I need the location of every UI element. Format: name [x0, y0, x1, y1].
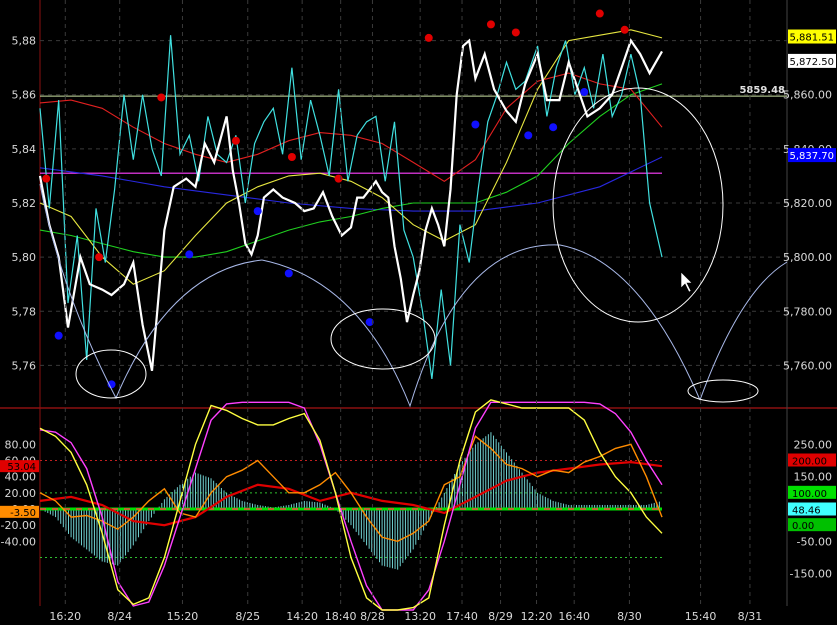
price-tick-label: 5,78 — [12, 305, 37, 318]
price-tick-label: 5,86 — [12, 89, 37, 102]
x-tick-label: 8/31 — [738, 610, 763, 623]
x-tick-label: 8/29 — [488, 610, 513, 623]
price-tick-label: 5,82 — [12, 197, 37, 210]
swing-high-marker — [95, 253, 104, 262]
x-tick-label: 16:20 — [49, 610, 81, 623]
swing-high-marker — [620, 25, 629, 34]
swing-low-marker — [471, 120, 480, 129]
swing-low-marker — [284, 269, 293, 278]
price-tick-label: 5,88 — [12, 35, 37, 48]
right-price-tick-label: 5,820.00 — [783, 197, 832, 210]
trading-chart: 5,885,865,845,825,805,785,765,860.005,84… — [0, 0, 837, 625]
oscillator-right-tag-label: 48.46 — [792, 505, 821, 516]
swing-high-marker — [287, 152, 296, 161]
swing-low-marker — [54, 331, 63, 340]
swing-high-marker — [42, 174, 51, 183]
swing-high-marker — [157, 93, 166, 102]
horizontal-line-label: 5859.48 — [739, 85, 785, 96]
x-tick-label: 14:20 — [286, 610, 318, 623]
oscillator-tick-label: -20.00 — [1, 519, 36, 532]
x-tick-label: 8/28 — [360, 610, 385, 623]
x-tick-label: 8/24 — [107, 610, 132, 623]
swing-low-marker — [185, 250, 194, 259]
oscillator-tick-label: 20.00 — [5, 487, 37, 500]
swing-high-marker — [231, 136, 240, 145]
x-tick-label: 18:40 — [325, 610, 357, 623]
x-tick-label: 16:40 — [558, 610, 590, 623]
right-price-tick-label: 5,760.00 — [783, 359, 832, 372]
swing-high-marker — [595, 9, 604, 18]
oscillator-right-tick-label: 150.00 — [794, 471, 833, 484]
price-tick-label: 5,76 — [12, 359, 37, 372]
oscillator-right-tick-label: -150.00 — [790, 568, 832, 581]
x-tick-label: 15:40 — [685, 610, 717, 623]
swing-high-marker — [424, 33, 433, 42]
swing-high-marker — [486, 20, 495, 29]
price-tag-label: 5,837.70 — [789, 151, 834, 162]
oscillator-tick-label: -40.00 — [1, 535, 36, 548]
swing-low-marker — [549, 123, 558, 132]
right-price-tick-label: 5,860.00 — [783, 89, 832, 102]
swing-high-marker — [334, 174, 343, 183]
price-tag-label: 5,881.51 — [789, 33, 834, 44]
x-tick-label: 8/30 — [617, 610, 642, 623]
oscillator-right-tag-label: 200.00 — [792, 457, 827, 468]
oscillator-tag-label: 53.04 — [7, 462, 36, 473]
x-tick-label: 8/25 — [235, 610, 260, 623]
price-tag-label: 5,872.50 — [789, 57, 834, 68]
x-tick-label: 17:40 — [446, 610, 478, 623]
oscillator-tick-label: 80.00 — [5, 438, 37, 451]
x-tick-label: 15:20 — [167, 610, 199, 623]
price-tick-label: 5,80 — [12, 251, 37, 264]
right-price-tick-label: 5,800.00 — [783, 251, 832, 264]
oscillator-right-tick-label: -50.00 — [797, 535, 832, 548]
oscillator-tag-label: -3.50 — [10, 508, 36, 519]
swing-low-marker — [253, 207, 262, 216]
swing-low-marker — [580, 88, 589, 97]
swing-high-marker — [511, 28, 520, 37]
x-tick-label: 13:20 — [404, 610, 436, 623]
swing-low-marker — [524, 131, 533, 140]
price-tick-label: 5,84 — [12, 143, 37, 156]
x-tick-label: 12:20 — [521, 610, 553, 623]
oscillator-right-tag-label: 100.00 — [792, 489, 827, 500]
oscillator-right-tick-label: 250.00 — [794, 438, 833, 451]
right-price-tick-label: 5,780.00 — [783, 305, 832, 318]
oscillator-right-tag-label: 0.00 — [792, 521, 814, 532]
